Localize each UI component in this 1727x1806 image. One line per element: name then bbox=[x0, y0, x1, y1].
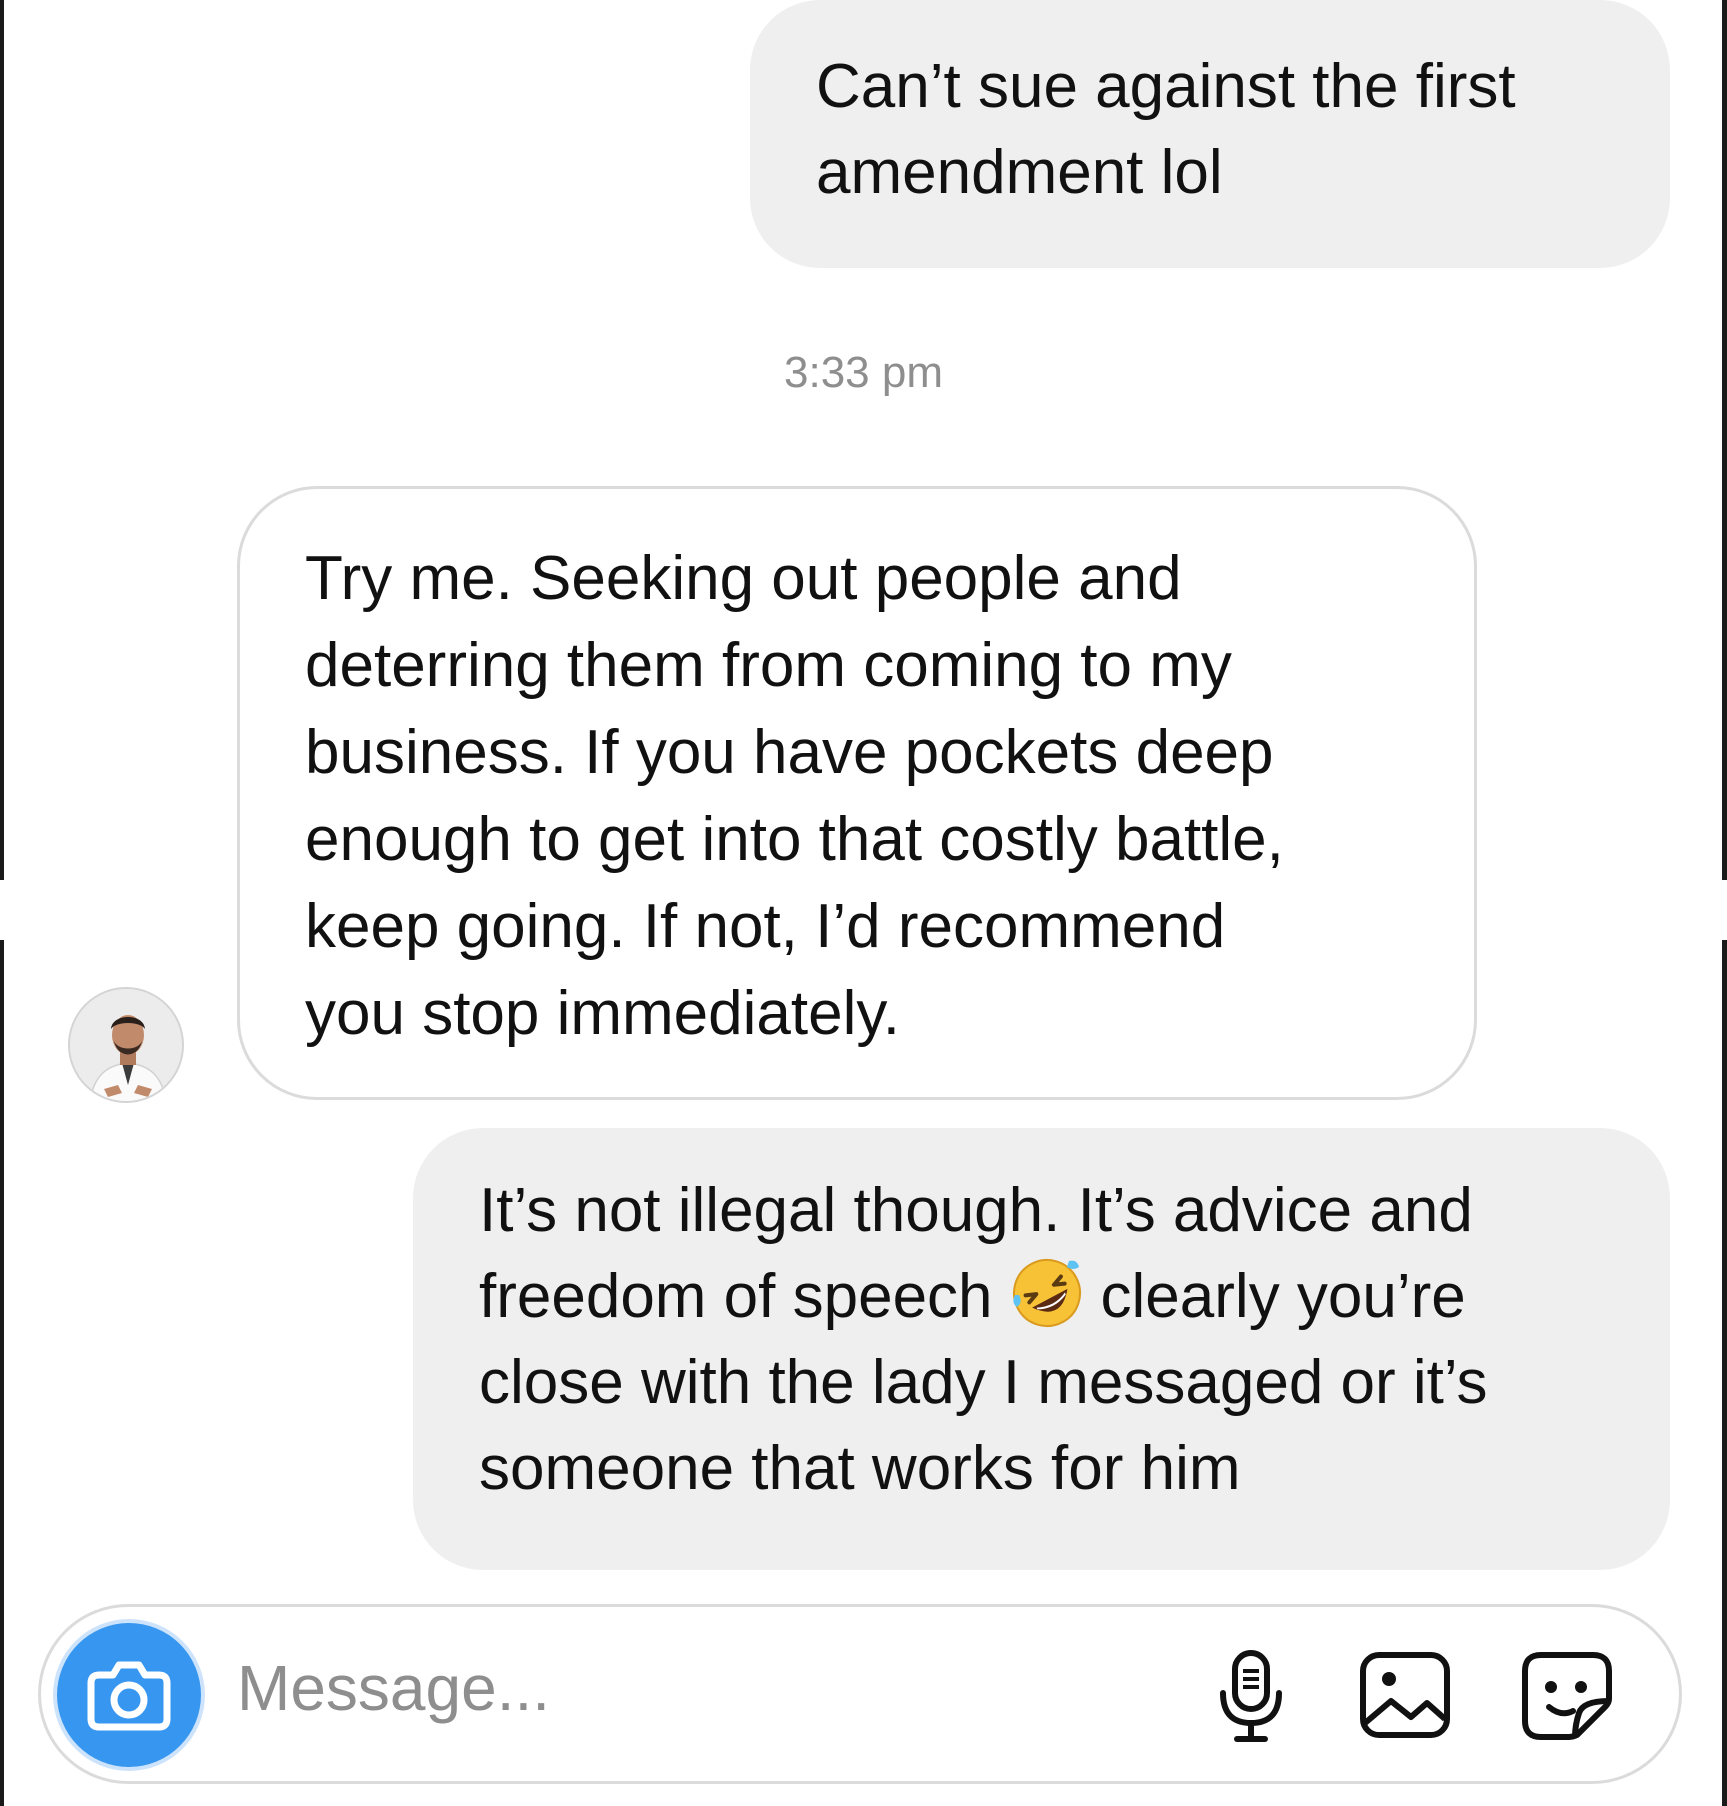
message-text-line: Can’t sue against the first bbox=[816, 52, 1516, 121]
screenshot-border-right bbox=[1722, 0, 1727, 880]
sender-avatar[interactable] bbox=[68, 987, 184, 1103]
gallery-icon bbox=[1360, 1652, 1450, 1738]
outgoing-message-bubble[interactable]: It’s not illegal though. It’s advice and… bbox=[413, 1128, 1670, 1570]
message-composer: Message... bbox=[38, 1604, 1682, 1784]
message-text-line: someone that works for him bbox=[479, 1434, 1241, 1503]
outgoing-message-bubble[interactable]: Can’t sue against the first amendment lo… bbox=[750, 0, 1670, 268]
camera-button[interactable] bbox=[57, 1623, 201, 1767]
microphone-icon bbox=[1220, 1650, 1282, 1742]
message-text-line: close with the lady I messaged or it’s bbox=[479, 1348, 1488, 1417]
message-text-line: It’s not illegal though. It’s advice and bbox=[479, 1176, 1473, 1245]
rolling-on-the-floor-laughing-emoji-icon bbox=[1009, 1255, 1085, 1331]
avatar-image bbox=[70, 989, 182, 1101]
gallery-button[interactable] bbox=[1355, 1645, 1455, 1745]
message-text-line: enough to get into that costly battle, bbox=[305, 805, 1284, 874]
camera-icon bbox=[87, 1661, 171, 1731]
message-timestamp: 3:33 pm bbox=[784, 348, 943, 397]
message-text-line: keep going. If not, I’d recommend bbox=[305, 892, 1226, 961]
message-text-line-with-emoji: freedom of speech clearly you’re bbox=[479, 1254, 1610, 1340]
message-text-line: business. If you have pockets deep bbox=[305, 718, 1274, 787]
message-text-segment: clearly you’re bbox=[1100, 1262, 1466, 1331]
screenshot-border-left-lower bbox=[0, 940, 4, 1806]
sticker-icon bbox=[1522, 1652, 1612, 1740]
message-text-line: deterring them from coming to my bbox=[305, 631, 1232, 700]
message-text-segment: freedom of speech bbox=[479, 1262, 993, 1331]
message-input[interactable]: Message... bbox=[237, 1651, 550, 1725]
screenshot-border-right-lower bbox=[1722, 940, 1727, 1806]
sticker-button[interactable] bbox=[1517, 1645, 1617, 1745]
message-text-line: Try me. Seeking out people and bbox=[305, 544, 1182, 613]
message-text-line: you stop immediately. bbox=[305, 979, 900, 1048]
screenshot-border-left bbox=[0, 0, 4, 880]
incoming-message-bubble[interactable]: Try me. Seeking out people and deterring… bbox=[237, 486, 1477, 1100]
microphone-button[interactable] bbox=[1201, 1645, 1301, 1745]
message-text-line: amendment lol bbox=[816, 138, 1223, 207]
